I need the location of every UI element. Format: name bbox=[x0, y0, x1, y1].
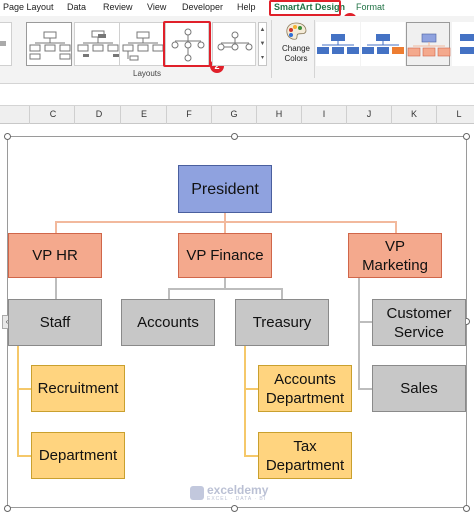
formula-bar-area bbox=[0, 84, 474, 106]
org-box-customer-service[interactable]: Customer Service bbox=[372, 299, 466, 346]
scroll-down-icon[interactable]: ▼ bbox=[259, 37, 266, 51]
connector-line bbox=[358, 388, 372, 390]
column-header[interactable]: I bbox=[314, 109, 334, 119]
org-box-accounts-department[interactable]: Accounts Department bbox=[258, 365, 352, 412]
connector-line bbox=[244, 346, 246, 456]
layouts-scroll[interactable]: ▲ ▼ ▾ bbox=[258, 22, 267, 66]
connector-line bbox=[358, 321, 372, 323]
layout-thumb-half-circle[interactable] bbox=[119, 22, 165, 66]
layouts-group-label: Layouts bbox=[133, 69, 162, 78]
connector-line bbox=[17, 388, 31, 390]
smartart-style-4[interactable] bbox=[452, 22, 474, 66]
tab-view[interactable]: View bbox=[147, 2, 166, 12]
ribbon-separator-2 bbox=[314, 20, 315, 78]
smartart-style-2[interactable] bbox=[361, 22, 405, 66]
smartart-style-1[interactable] bbox=[316, 22, 360, 66]
org-box-staff[interactable]: Staff bbox=[8, 299, 102, 346]
palette-icon[interactable] bbox=[285, 22, 307, 42]
org-box-treasury[interactable]: Treasury bbox=[235, 299, 329, 346]
connector-line bbox=[358, 278, 360, 389]
watermark-name: exceldemy bbox=[207, 483, 269, 497]
resize-handle[interactable] bbox=[463, 133, 470, 140]
tab-page-layout[interactable]: Page Layout bbox=[3, 2, 54, 12]
connector-line bbox=[244, 455, 258, 457]
tab-help[interactable]: Help bbox=[237, 2, 256, 12]
org-box-vp-hr[interactable]: VP HR bbox=[8, 233, 102, 278]
connector-line bbox=[17, 346, 19, 456]
connector-line bbox=[17, 455, 31, 457]
layout-thumb-name-title[interactable] bbox=[74, 22, 120, 66]
connector-line bbox=[281, 288, 283, 299]
horizontal-hierarchy-layout-icon bbox=[217, 31, 253, 51]
org-box-sales[interactable]: Sales bbox=[372, 365, 466, 412]
watermark: exceldemy EXCEL · DATA · BI bbox=[190, 484, 268, 502]
change-colors-button[interactable]: Change Colors bbox=[280, 44, 312, 64]
layout-thumb-partial[interactable] bbox=[0, 22, 12, 66]
column-header[interactable]: G bbox=[224, 109, 244, 119]
more-layouts-icon[interactable]: ▾ bbox=[259, 51, 266, 65]
smartart-design-highlight bbox=[269, 0, 341, 16]
resize-handle[interactable] bbox=[4, 505, 11, 512]
tab-data[interactable]: Data bbox=[67, 2, 86, 12]
tab-review[interactable]: Review bbox=[103, 2, 133, 12]
column-header[interactable]: F bbox=[179, 109, 199, 119]
column-header[interactable]: E bbox=[134, 109, 154, 119]
connector-line bbox=[224, 221, 226, 233]
org-box-tax-department[interactable]: Tax Department bbox=[258, 432, 352, 479]
column-header[interactable]: K bbox=[404, 109, 424, 119]
connector-line bbox=[168, 288, 170, 299]
column-header[interactable]: J bbox=[359, 109, 379, 119]
column-header[interactable]: C bbox=[43, 109, 63, 119]
ribbon-body: 2 ▲ ▼ ▾ Layouts Change Colors bbox=[0, 16, 474, 84]
resize-handle[interactable] bbox=[4, 133, 11, 140]
resize-handle[interactable] bbox=[231, 133, 238, 140]
connector-line bbox=[168, 288, 282, 290]
layout-highlight bbox=[163, 21, 211, 67]
ribbon-separator bbox=[271, 20, 272, 78]
half-circle-layout-icon bbox=[122, 31, 164, 61]
name-title-layout-icon bbox=[77, 30, 119, 57]
connector-line bbox=[395, 221, 397, 233]
org-box-accounts[interactable]: Accounts bbox=[121, 299, 215, 346]
scroll-up-icon[interactable]: ▲ bbox=[259, 23, 266, 37]
org-box-recruitment[interactable]: Recruitment bbox=[31, 365, 125, 412]
resize-handle[interactable] bbox=[463, 505, 470, 512]
smartart-style-3[interactable] bbox=[406, 22, 451, 66]
connector-line bbox=[55, 278, 57, 299]
tab-format[interactable]: Format bbox=[356, 2, 385, 12]
org-box-vp-marketing[interactable]: VP Marketing bbox=[348, 233, 442, 278]
org-box-department[interactable]: Department bbox=[31, 432, 125, 479]
watermark-tagline: EXCEL · DATA · BI bbox=[207, 496, 267, 502]
exceldemy-logo-icon bbox=[190, 486, 204, 500]
connector-line bbox=[244, 388, 258, 390]
column-header[interactable]: L bbox=[449, 109, 469, 119]
org-box-president[interactable]: President bbox=[178, 165, 272, 213]
column-header-row: C D E F G H I J K L bbox=[0, 106, 474, 124]
column-header[interactable]: D bbox=[89, 109, 109, 119]
org-chart-layout-icon bbox=[29, 31, 71, 60]
org-box-vp-finance[interactable]: VP Finance bbox=[178, 233, 272, 278]
resize-handle[interactable] bbox=[231, 505, 238, 512]
connector-line bbox=[55, 221, 57, 233]
tab-developer[interactable]: Developer bbox=[182, 2, 223, 12]
layout-thumb-org-chart[interactable] bbox=[26, 22, 72, 66]
column-header[interactable]: H bbox=[269, 109, 289, 119]
layout-thumb-horizontal[interactable] bbox=[212, 22, 256, 66]
ribbon-tab-bar: Page Layout Data Review View Developer H… bbox=[0, 0, 474, 27]
